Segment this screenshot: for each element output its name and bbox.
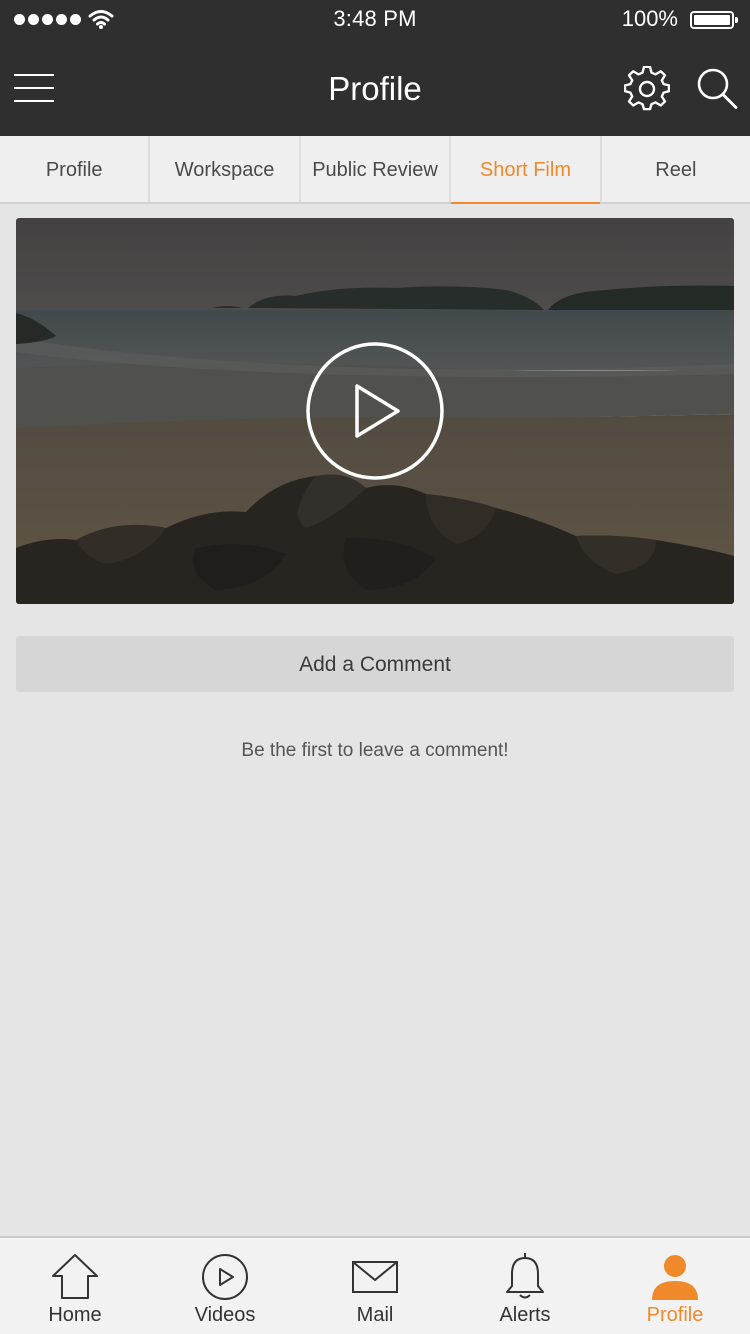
nav-videos-label: Videos — [194, 1304, 256, 1326]
nav-alerts-label: Alerts — [499, 1304, 551, 1326]
nav-mail-label: Mail — [356, 1304, 394, 1326]
search-button[interactable] — [694, 66, 740, 112]
nav-home-label: Home — [48, 1304, 102, 1326]
tab-short-film[interactable]: Short Film — [451, 136, 602, 204]
nav-profile-label: Profile — [646, 1304, 704, 1326]
home-icon — [52, 1254, 98, 1299]
nav-home[interactable]: Home — [0, 1238, 150, 1334]
nav-mail[interactable]: Mail — [300, 1238, 450, 1334]
nav-videos[interactable]: Videos — [150, 1238, 300, 1334]
bell-icon — [506, 1253, 544, 1299]
gear-icon — [623, 65, 671, 111]
tab-workspace[interactable]: Workspace — [150, 136, 301, 202]
play-button[interactable] — [306, 342, 444, 480]
search-icon — [697, 68, 738, 109]
tab-public-review[interactable]: Public Review — [301, 136, 452, 202]
nav-alerts[interactable]: Alerts — [450, 1238, 600, 1334]
battery-percentage: 100% — [621, 6, 678, 31]
video-player[interactable] — [16, 218, 734, 604]
empty-comments-message: Be the first to leave a comment! — [241, 740, 509, 761]
tab-reel[interactable]: Reel — [602, 136, 750, 202]
status-bar: 3:48 PM 100% — [0, 0, 750, 40]
top-bar: 3:48 PM 100% Profile — [0, 0, 750, 136]
play-circle-icon — [306, 342, 444, 480]
nav-profile[interactable]: Profile — [600, 1238, 750, 1334]
person-icon — [652, 1255, 698, 1300]
add-comment-button[interactable]: Add a Comment — [16, 636, 734, 692]
profile-tabs: Profile Workspace Public Review Short Fi… — [0, 136, 750, 204]
bottom-nav: Home Videos Mail Alerts Profile — [0, 1236, 750, 1334]
video-play-icon — [202, 1254, 248, 1300]
mail-icon — [352, 1261, 398, 1293]
settings-button[interactable] — [623, 65, 671, 112]
battery-icon — [690, 11, 738, 29]
tab-profile[interactable]: Profile — [0, 136, 151, 202]
